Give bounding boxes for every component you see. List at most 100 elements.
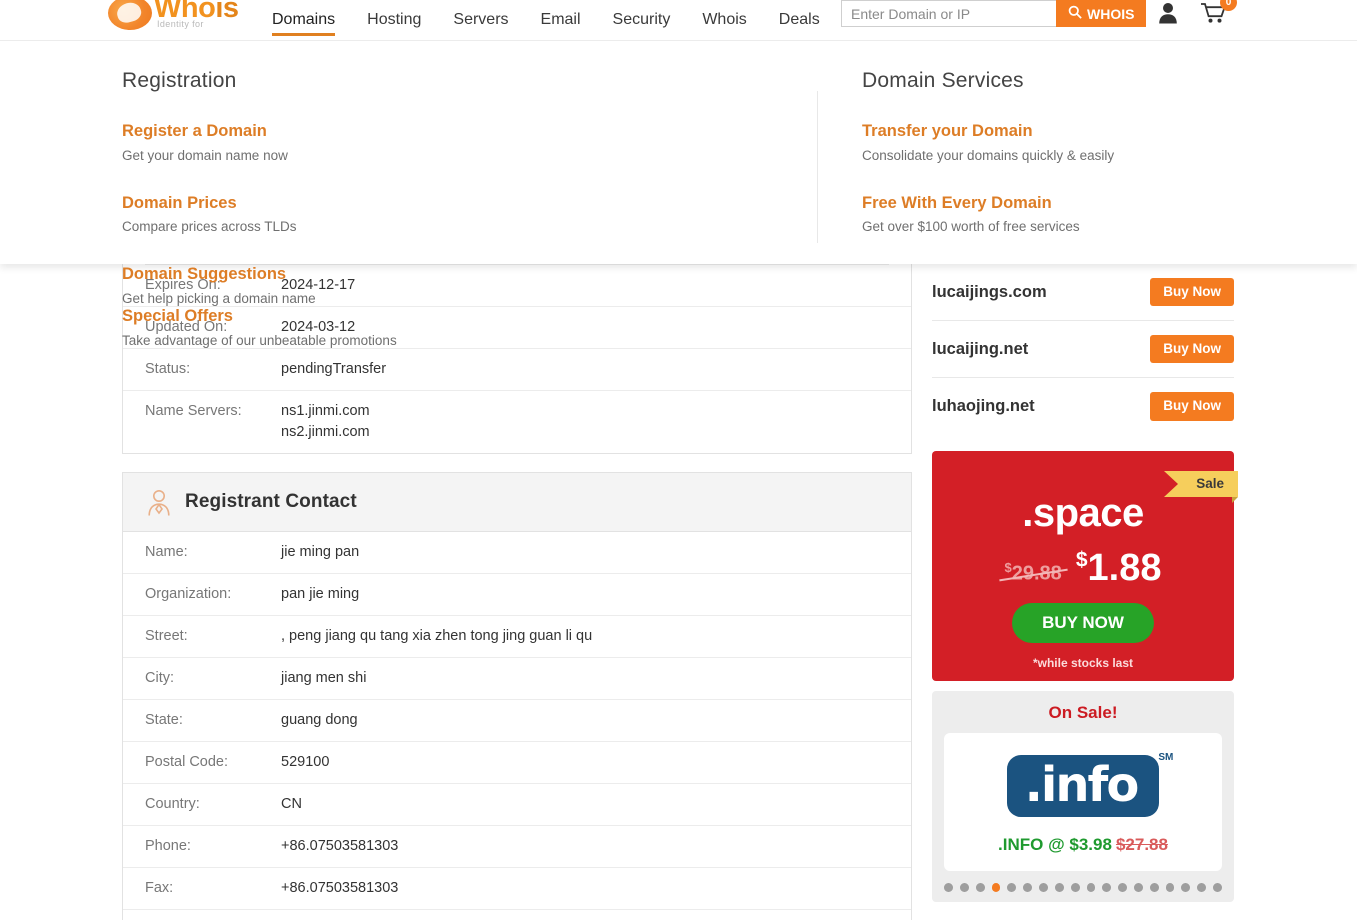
- mega-link-domain-suggestions[interactable]: Domain Suggestions: [122, 264, 476, 285]
- service-mark-icon: SM: [1158, 752, 1174, 763]
- promo-old-price: $29.88: [1005, 560, 1062, 586]
- suggested-domain-name: lucaijings.com: [932, 282, 1047, 301]
- carousel-dot[interactable]: [944, 883, 953, 892]
- carousel-dot[interactable]: [1149, 883, 1159, 892]
- table-row: Street: , peng jiang qu tang xia zhen to…: [123, 616, 911, 658]
- mega-link-free-with-every-domain[interactable]: Free With Every Domain: [862, 193, 1282, 214]
- carousel-dots[interactable]: [944, 883, 1222, 892]
- info-tld-logo: .info SM: [1006, 752, 1173, 817]
- cart-icon[interactable]: 0: [1200, 0, 1237, 29]
- row-value: guang dong: [281, 712, 358, 729]
- whois-results-column: Expires On: 2024-12-17 Updated On: 2024-…: [122, 264, 912, 920]
- domains-mega-menu: Registration Register a Domain Get your …: [0, 40, 1357, 348]
- account-icon[interactable]: [1158, 2, 1178, 29]
- promo-new-price: $1.88: [1076, 549, 1162, 587]
- row-label: Country:: [145, 796, 200, 813]
- carousel-dot[interactable]: [1023, 883, 1033, 892]
- suggested-domain-name: luhaojing.net: [932, 397, 1035, 415]
- content-area: Expires On: 2024-12-17 Updated On: 2024-…: [0, 264, 1357, 920]
- carousel-dot[interactable]: [1102, 883, 1112, 892]
- logo-mark-icon: [108, 0, 152, 30]
- nav-item-whois[interactable]: Whois: [686, 0, 762, 40]
- mega-menu-services-column: Domain Services Transfer your Domain Con…: [862, 69, 1282, 234]
- mega-item-special-offers: Special Offers Take advantage of our unb…: [122, 306, 476, 348]
- carousel-dot[interactable]: [1070, 883, 1080, 892]
- list-item: lucaijings.com Buy Now: [932, 264, 1234, 321]
- nav-item-domains[interactable]: Domains: [256, 0, 351, 40]
- currency-symbol: $: [1004, 560, 1012, 576]
- row-label: Street:: [145, 628, 188, 645]
- mega-subtitle: Take advantage of our unbeatable promoti…: [122, 332, 397, 348]
- row-value: pan jie ming: [281, 586, 360, 603]
- mega-link-special-offers[interactable]: Special Offers: [122, 306, 476, 327]
- mega-menu-services-items: Transfer your Domain Consolidate your do…: [862, 121, 1282, 234]
- sale-ribbon-badge: Sale: [1164, 471, 1238, 502]
- carousel-dot[interactable]: [975, 883, 985, 892]
- table-row-name-servers: Name Servers: ns1.jinmi.com ns2.jinmi.co…: [123, 391, 911, 454]
- carousel-dot[interactable]: [1086, 883, 1096, 892]
- carousel-dot[interactable]: [1181, 883, 1191, 892]
- whois-button-label: WHOIS: [1087, 5, 1135, 22]
- row-label: City:: [145, 670, 174, 687]
- mega-menu-services-title: Domain Services: [862, 69, 1024, 92]
- mega-link-register-a-domain[interactable]: Register a Domain: [122, 121, 476, 142]
- site-logo[interactable]: Whois Identity for everyone: [108, 0, 238, 32]
- old-price-amount: 29.88: [1011, 563, 1062, 585]
- row-label: State:: [145, 712, 183, 729]
- mega-item-transfer-your-domain: Transfer your Domain Consolidate your do…: [862, 121, 1282, 163]
- mega-subtitle: Get help picking a domain name: [122, 290, 316, 306]
- main-navigation: Domains Hosting Servers Email Security W…: [256, 0, 836, 40]
- row-label: Email:: [123, 910, 281, 920]
- mega-link-domain-prices[interactable]: Domain Prices: [122, 193, 476, 214]
- search-icon: [1068, 5, 1082, 22]
- table-row: Postal Code: 529100: [123, 742, 911, 784]
- row-value: pendingTransfer: [281, 361, 387, 378]
- table-row-email: Email: jmsoft@163.com: [123, 910, 911, 920]
- buy-now-button[interactable]: Buy Now: [1150, 277, 1234, 307]
- mega-link-transfer-your-domain[interactable]: Transfer your Domain: [862, 121, 1282, 142]
- carousel-dot[interactable]: [1197, 883, 1207, 892]
- header-icon-group: 0: [1158, 0, 1237, 30]
- name-server-1: ns1.jinmi.com: [281, 403, 370, 420]
- nav-item-email[interactable]: Email: [525, 0, 597, 40]
- carousel-dot[interactable]: [1165, 883, 1175, 892]
- buy-now-button[interactable]: Buy Now: [1150, 392, 1234, 421]
- site-header: Whois Identity for everyone Domains Host…: [0, 0, 1357, 40]
- table-row: City: jiang men shi: [123, 658, 911, 700]
- row-value: ns1.jinmi.com ns2.jinmi.com: [281, 391, 911, 454]
- table-row: Country: CN: [123, 784, 911, 826]
- search-input[interactable]: [841, 0, 1056, 27]
- info-sale-price: .INFO @ $3.98: [998, 835, 1112, 854]
- carousel-dot[interactable]: [959, 883, 969, 892]
- carousel-dot[interactable]: [1054, 883, 1064, 892]
- carousel-dot[interactable]: [1118, 883, 1127, 892]
- promo-price-row: $29.88 $1.88: [932, 549, 1234, 587]
- nav-item-hosting[interactable]: Hosting: [351, 0, 437, 40]
- carousel-dot[interactable]: [1213, 883, 1222, 892]
- carousel-dot[interactable]: [1007, 883, 1017, 892]
- cart-count-badge: 0: [1220, 0, 1237, 11]
- row-value: jmsoft@163.com: [281, 910, 911, 920]
- nav-item-security[interactable]: Security: [597, 0, 687, 40]
- promo-fine-print: *while stocks last: [1032, 656, 1134, 670]
- mega-menu-registration-title: Registration: [122, 69, 237, 92]
- space-promo-banner[interactable]: Sale .space $29.88 $1.88 BUY NOW *while …: [932, 451, 1238, 681]
- row-label: Fax:: [145, 880, 174, 897]
- row-value: CN: [281, 796, 302, 813]
- on-sale-heading: On Sale!: [1048, 703, 1118, 722]
- promo-buy-now-button[interactable]: BUY NOW: [1012, 603, 1154, 643]
- info-logo-text: .info: [1024, 757, 1140, 813]
- carousel-dot[interactable]: [991, 883, 1001, 892]
- table-row: Phone: +86.07503581303: [123, 826, 911, 868]
- buy-now-button[interactable]: Buy Now: [1150, 334, 1234, 364]
- nav-item-deals[interactable]: Deals: [763, 0, 836, 40]
- carousel-dot[interactable]: [1133, 883, 1143, 892]
- carousel-slide[interactable]: .info SM .INFO @ $3.98 $27.88: [944, 733, 1222, 871]
- nav-item-servers[interactable]: Servers: [437, 0, 524, 40]
- registrant-contact-table: Name: jie ming pan Organization: pan jie…: [123, 532, 911, 920]
- whois-search-button[interactable]: WHOIS: [1056, 0, 1147, 27]
- sidebar: lucaijings.com Buy Now lucaijing.net Buy…: [932, 264, 1238, 902]
- row-label: Postal Code:: [145, 754, 229, 771]
- user-contact-icon: [145, 487, 173, 517]
- carousel-dot[interactable]: [1039, 883, 1048, 892]
